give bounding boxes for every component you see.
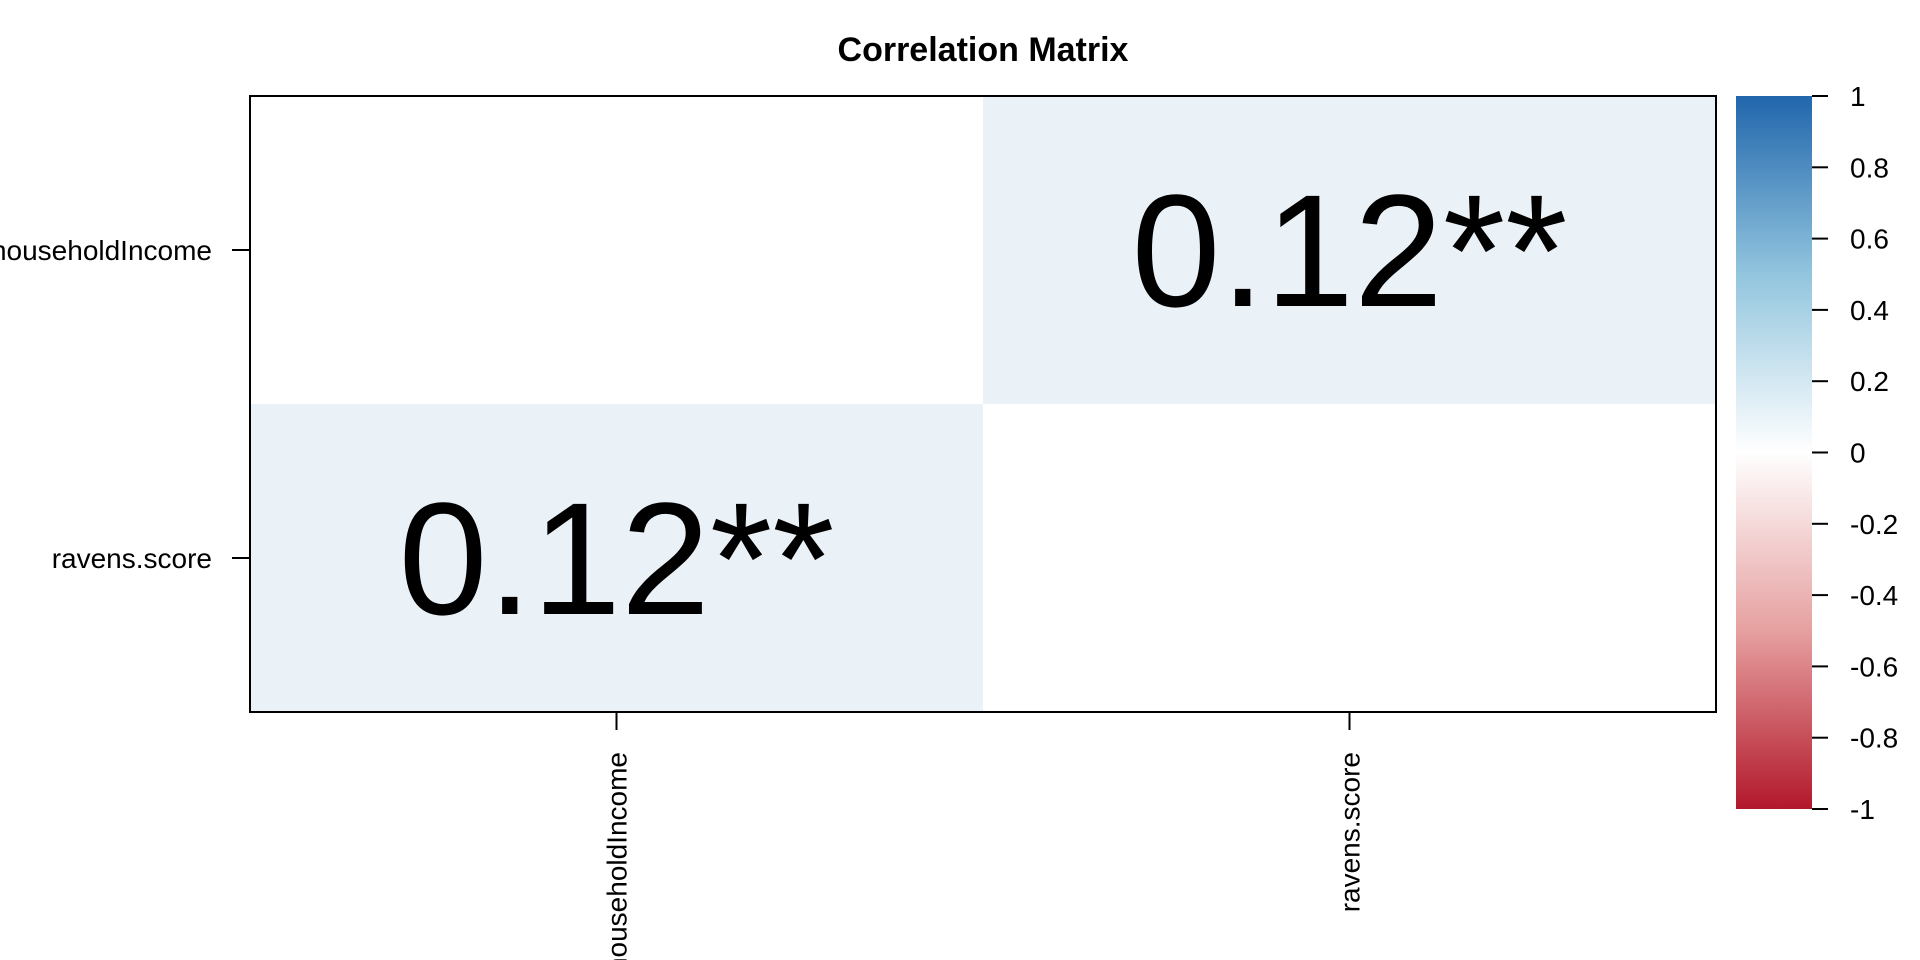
chart-title: Correlation Matrix xyxy=(838,31,1129,69)
colorbar-tick-label: 0.2 xyxy=(1850,366,1889,397)
correlation-chart: Correlation Matrix 0.12** 0.12** househol… xyxy=(0,31,1898,960)
heatmap-cell xyxy=(983,404,1716,712)
colorbar-tick-label: 0.4 xyxy=(1850,295,1889,326)
y-tick-label: householdIncome xyxy=(0,235,212,266)
colorbar-tick-label: 0.8 xyxy=(1850,152,1889,183)
colorbar-tick-label: -0.8 xyxy=(1850,723,1898,754)
x-axis: householdIncome ravens.score xyxy=(602,712,1366,960)
colorbar-tick-label: -0.2 xyxy=(1850,509,1898,540)
colorbar-tick-label: -0.4 xyxy=(1850,580,1898,611)
colorbar: 1 0.8 0.6 0.4 0.2 0 -0.2 -0.4 -0.6 -0.8 -1 xyxy=(1736,81,1898,825)
colorbar-tick-label: -1 xyxy=(1850,794,1875,825)
cell-label: 0.12** xyxy=(399,469,835,648)
colorbar-tick-label: -0.6 xyxy=(1850,651,1898,682)
colorbar-tick-label: 0.6 xyxy=(1850,224,1889,255)
y-axis: householdIncome ravens.score xyxy=(0,235,250,574)
heatmap-cells: 0.12** 0.12** xyxy=(250,96,1716,712)
y-tick-label: ravens.score xyxy=(52,543,212,574)
heatmap-cell xyxy=(250,96,983,404)
x-tick-label: ravens.score xyxy=(1335,752,1366,912)
x-tick-label: householdIncome xyxy=(602,752,633,960)
colorbar-gradient xyxy=(1736,96,1812,809)
colorbar-tick-label: 1 xyxy=(1850,81,1866,112)
colorbar-tick-label: 0 xyxy=(1850,438,1866,469)
cell-label: 0.12** xyxy=(1132,161,1568,340)
